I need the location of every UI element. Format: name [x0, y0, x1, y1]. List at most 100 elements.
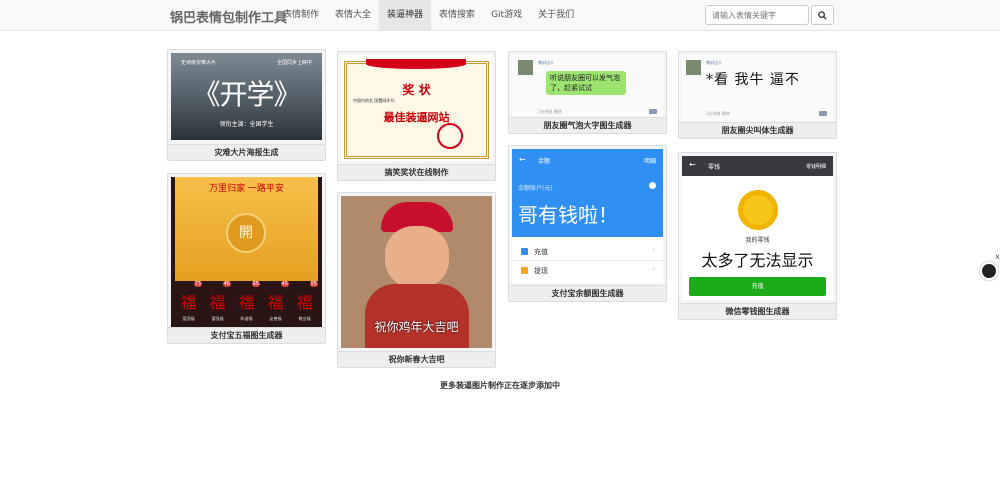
moments-user-name: 装机达人 [706, 60, 722, 65]
fu-count: 45 [280, 281, 289, 287]
alipay-header-left: 余额 [538, 158, 551, 165]
fu-open-button: 開 [226, 213, 266, 253]
card-alipay-fu[interactable]: 万里归家 一路平安 開 73 福 爱国福 46 福 富强福 55 福 和谐福 4… [167, 173, 326, 344]
moments-bubble-text: 听说朋友圈可以发气泡了，赶紧试试 [546, 71, 626, 95]
alipay-label: 余额账户(元) [518, 185, 553, 192]
brand-logo[interactable]: 锅巴表情包制作工具 [170, 7, 287, 26]
card-caption: 微信零钱图生成器 [679, 303, 836, 319]
fu-character: 福 [180, 293, 197, 312]
disaster-poster-thumb: 史诗级灾难大片 全国同步上映中 《开学》 领衔主演：全国学生 [171, 53, 322, 140]
alipay-item-withdraw: 提现 [534, 267, 548, 275]
card-moments-scream[interactable]: 装机达人 *看 我牛 逼不 1分钟前 删除 朋友圈尖叫体生成器 [678, 51, 837, 139]
moments-bubble-thumb: 装机达人 听说朋友圈可以发气泡了，赶紧试试 1分钟前 删除 [512, 55, 663, 117]
fu-character: 福 [267, 293, 284, 312]
nav-item-zhuangbi-shenqi[interactable]: 装逼神器 [379, 0, 432, 30]
nav-item-biaoqing-daquan[interactable]: 表情大全 [327, 0, 379, 30]
fu-card: 73 福 爱国福 [175, 281, 202, 327]
fu-count: 55 [251, 281, 260, 287]
baby-face [385, 226, 449, 288]
nav-item-biaoqing-zhizuo[interactable]: 表情制作 [275, 0, 327, 30]
back-icon: ← [689, 160, 696, 169]
avatar [686, 60, 701, 75]
alipay-balance-thumb: ← 余额 明细 余额账户(元) 哥有钱啦！ 充值 › 提现 › [512, 149, 663, 283]
navbar: 锅巴表情包制作工具 表情制作 表情大全 装逼神器 表情搜索 Git游戏 关于我们 [0, 0, 1000, 31]
wechat-change-thumb: ← 零钱 零钱明细 我的零钱 太多了无法显示 充值 [682, 156, 833, 300]
alipay-header-right: 明细 [643, 158, 656, 165]
poster-tag-right: 全国同步上映中 [276, 60, 312, 66]
fu-character: 福 [296, 293, 313, 312]
card-disaster-poster[interactable]: 史诗级灾难大片 全国同步上映中 《开学》 领衔主演：全国学生 灾难大片海报生成 [167, 49, 326, 161]
alipay-fu-thumb: 万里归家 一路平安 開 73 福 爱国福 46 福 富强福 55 福 和谐福 4… [171, 177, 322, 329]
wechat-amount: 太多了无法显示 [701, 251, 814, 270]
fu-count: 55 [309, 281, 318, 287]
card-moments-bubble[interactable]: 装机达人 听说朋友圈可以发气泡了，赶紧试试 1分钟前 删除 朋友圈气泡大字图生成… [508, 51, 667, 134]
wechat-header-left: 零钱 [708, 164, 721, 171]
fu-card: 45 福 友善福 [262, 281, 289, 327]
comment-icon [649, 109, 657, 114]
alipay-amount: 哥有钱啦！ [518, 203, 618, 227]
poster-title: 《开学》 [192, 78, 301, 111]
card-wechat-change[interactable]: ← 零钱 零钱明细 我的零钱 太多了无法显示 充值 微信零钱图生成器 [678, 152, 837, 320]
fu-banner: 万里归家 一路平安 [209, 184, 284, 194]
close-icon[interactable]: x [995, 252, 1000, 261]
certificate-seal [437, 123, 463, 149]
certificate-header: 奖 状 [402, 83, 431, 97]
card-certificate[interactable]: 奖 状 中国内地名 国蠢网评为: 最佳装逼网站 搞笑奖状在线制作 [337, 51, 496, 181]
wechat-recharge-button: 充值 [689, 277, 826, 296]
fu-label: 和谐福 [240, 316, 253, 321]
fu-card: 55 福 敬业福 [291, 281, 318, 327]
fu-card: 46 福 富强福 [204, 281, 231, 327]
nav-item-guanyu-women[interactable]: 关于我们 [530, 0, 582, 30]
wechat-header-right: 零钱明细 [805, 164, 826, 170]
card-new-year[interactable]: 祝你鸡年大吉吧 祝你新春大吉吧 [337, 192, 496, 368]
certificate-line: 中国内地名 国蠢网评为: [353, 98, 396, 103]
fu-cards-row: 73 福 爱国福 46 福 富强福 55 福 和谐福 45 福 友善福 55 福 [175, 281, 318, 327]
card-caption: 朋友圈尖叫体生成器 [679, 122, 836, 138]
fu-character: 福 [209, 293, 226, 312]
certificate-award: 最佳装逼网站 [383, 111, 450, 124]
nav-item-biaoqing-sousuo[interactable]: 表情搜索 [431, 0, 483, 30]
card-caption: 支付宝五福图生成器 [168, 327, 325, 343]
baby-body [365, 284, 469, 348]
main-nav: 表情制作 表情大全 装逼神器 表情搜索 Git游戏 关于我们 [275, 0, 582, 30]
search-button[interactable] [811, 5, 834, 25]
card-alipay-balance[interactable]: ← 余额 明细 余额账户(元) 哥有钱啦！ 充值 › 提现 › 支付宝余额图生成… [508, 145, 667, 302]
search-icon [818, 10, 827, 20]
card-caption: 搞笑奖状在线制作 [338, 164, 495, 180]
fu-label: 友善福 [269, 316, 282, 321]
chevron-right-icon: › [652, 265, 655, 273]
fu-label: 富强福 [211, 316, 224, 321]
search-input[interactable] [705, 5, 809, 25]
fu-character: 福 [238, 293, 255, 312]
poster-tag-left: 史诗级灾难大片 [181, 60, 217, 66]
nav-item-git-youxi[interactable]: Git游戏 [483, 0, 530, 30]
help-icon [649, 182, 656, 189]
back-icon: ← [519, 155, 526, 164]
alipay-item-recharge: 充值 [534, 248, 548, 256]
scream-text: *看 我牛 逼不 [706, 72, 800, 88]
chevron-right-icon: › [652, 246, 655, 254]
card-caption: 灾难大片海报生成 [168, 144, 325, 160]
moments-user-name: 装机达人 [538, 60, 554, 65]
card-caption: 支付宝余额图生成器 [509, 285, 666, 301]
poster-subtitle: 领衔主演：全国学生 [219, 121, 274, 128]
withdraw-icon [521, 267, 528, 274]
card-caption: 祝你新春大吉吧 [338, 351, 495, 367]
fu-label: 爱国福 [182, 316, 195, 321]
card-caption: 朋友圈气泡大字图生成器 [509, 117, 666, 133]
new-year-text: 祝你鸡年大吉吧 [374, 320, 459, 334]
moments-scream-thumb: 装机达人 *看 我牛 逼不 1分钟前 删除 [682, 55, 833, 121]
footer-note: 更多装逼图片制作正在逐步添加中 [440, 381, 560, 390]
wechat-label: 我的零钱 [745, 237, 770, 244]
fu-count: 73 [193, 281, 202, 287]
coin-icon [738, 190, 778, 230]
moments-meta: 1分钟前 删除 [538, 109, 562, 114]
comment-icon [819, 111, 827, 116]
certificate-ribbon [366, 59, 466, 69]
github-cat-icon[interactable] [980, 262, 998, 280]
moments-meta: 1分钟前 删除 [706, 111, 730, 116]
alipay-row-1: 充值 › [512, 243, 663, 261]
fu-label: 敬业福 [298, 316, 311, 321]
alipay-row-2: 提现 › [512, 262, 663, 280]
new-year-thumb: 祝你鸡年大吉吧 [341, 196, 492, 348]
